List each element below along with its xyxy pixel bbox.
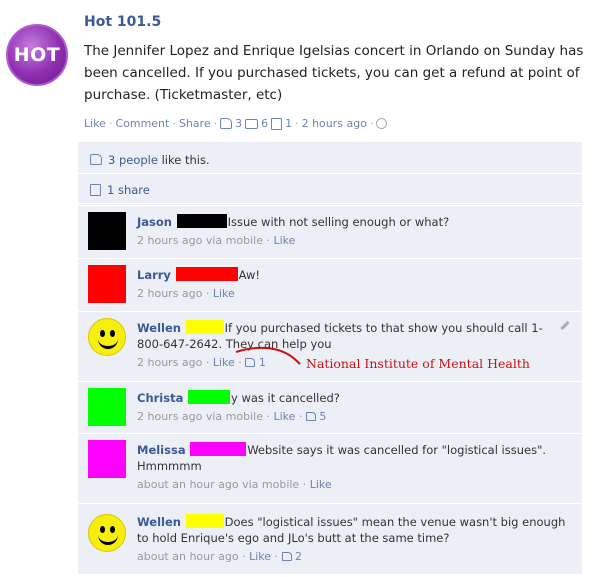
- comment-item: Wellen Does "logistical issues" mean the…: [78, 503, 582, 574]
- likes-summary: 3 people like this.: [78, 146, 582, 174]
- comment-author[interactable]: Wellen: [137, 515, 181, 529]
- comment-time[interactable]: 2 hours ago via mobile: [137, 410, 263, 423]
- comment-text: Issue with not selling enough or what?: [227, 215, 450, 229]
- comment-text: Aw!: [238, 268, 261, 282]
- red-underline-annotation: [235, 346, 301, 365]
- comment-like-link[interactable]: Like: [213, 287, 235, 300]
- page-logo[interactable]: HOT: [6, 24, 68, 86]
- shares-link[interactable]: 1 share: [107, 183, 150, 197]
- redaction-block: [185, 320, 224, 334]
- comment-time[interactable]: 2 hours ago via mobile: [137, 234, 263, 247]
- comment-time[interactable]: about an hour ago via mobile: [137, 478, 299, 491]
- comment-author[interactable]: Jason: [137, 215, 172, 229]
- comment-item: Melissa Website says it was cancelled fo…: [78, 433, 582, 503]
- share-doc-icon: [271, 117, 283, 130]
- comment-likes-count[interactable]: 2: [295, 550, 302, 563]
- redaction-block: [188, 390, 230, 404]
- thumbs-up-icon: [220, 118, 233, 129]
- comment-item: Christa y was it cancelled? 2 hours ago …: [78, 381, 582, 433]
- post-actions: Like · Comment · Share · 3 6 1 · 2 hours…: [84, 117, 388, 130]
- thumbs-up-icon: [305, 412, 316, 421]
- post-text: The Jennifer Lopez and Enrique Igelsias …: [84, 43, 584, 103]
- comment-time[interactable]: 2 hours ago: [137, 356, 202, 369]
- smiley-avatar[interactable]: [88, 514, 126, 552]
- thumbs-up-icon: [281, 552, 292, 561]
- thumbs-up-icon: [90, 154, 102, 165]
- avatar[interactable]: [88, 265, 126, 303]
- comment-time[interactable]: about an hour ago: [137, 550, 239, 563]
- logo-text: HOT: [13, 44, 61, 66]
- comment-link[interactable]: Comment: [115, 117, 169, 130]
- redaction-block: [175, 267, 238, 281]
- comment-like-link[interactable]: Like: [273, 410, 295, 423]
- comment-like-link[interactable]: Like: [273, 234, 295, 247]
- page-name[interactable]: Hot 101.5: [84, 14, 161, 30]
- redaction-block: [190, 442, 247, 456]
- shares-summary: 1 share: [78, 176, 582, 204]
- comment-item: Larry Aw! 2 hours ago · Like: [78, 258, 582, 311]
- comments-count[interactable]: 6: [261, 117, 268, 130]
- comment-author[interactable]: Wellen: [137, 321, 181, 335]
- likes-people-link[interactable]: 3 people: [108, 153, 158, 167]
- share-link[interactable]: Share: [179, 117, 211, 130]
- post-timestamp[interactable]: 2 hours ago: [302, 117, 367, 130]
- smiley-avatar[interactable]: [88, 318, 126, 356]
- avatar[interactable]: [88, 440, 126, 478]
- avatar[interactable]: [88, 212, 126, 250]
- comment-like-link[interactable]: Like: [310, 478, 332, 491]
- redaction-block: [176, 214, 227, 228]
- annotation-text: National Institute of Mental Health: [306, 356, 530, 371]
- likes-suffix: like this.: [161, 152, 210, 167]
- comment-bubble-icon: [245, 118, 259, 129]
- like-link[interactable]: Like: [84, 117, 106, 130]
- comment-author[interactable]: Larry: [137, 268, 171, 282]
- shares-count[interactable]: 1: [285, 117, 292, 130]
- comment-text: y was it cancelled?: [231, 391, 340, 405]
- comment-likes-count[interactable]: 5: [319, 410, 326, 423]
- comment-like-link[interactable]: Like: [213, 356, 235, 369]
- comment-like-link[interactable]: Like: [249, 550, 271, 563]
- comment-time[interactable]: 2 hours ago: [137, 287, 202, 300]
- share-doc-icon: [90, 183, 101, 196]
- likes-count[interactable]: 3: [235, 117, 242, 130]
- comment-item: Jason Issue with not selling enough or w…: [78, 205, 582, 258]
- avatar[interactable]: [88, 388, 126, 426]
- globe-icon: [376, 118, 388, 129]
- redaction-block: [185, 514, 224, 528]
- comment-author[interactable]: Christa: [137, 391, 183, 405]
- comment-author[interactable]: Melissa: [137, 443, 186, 457]
